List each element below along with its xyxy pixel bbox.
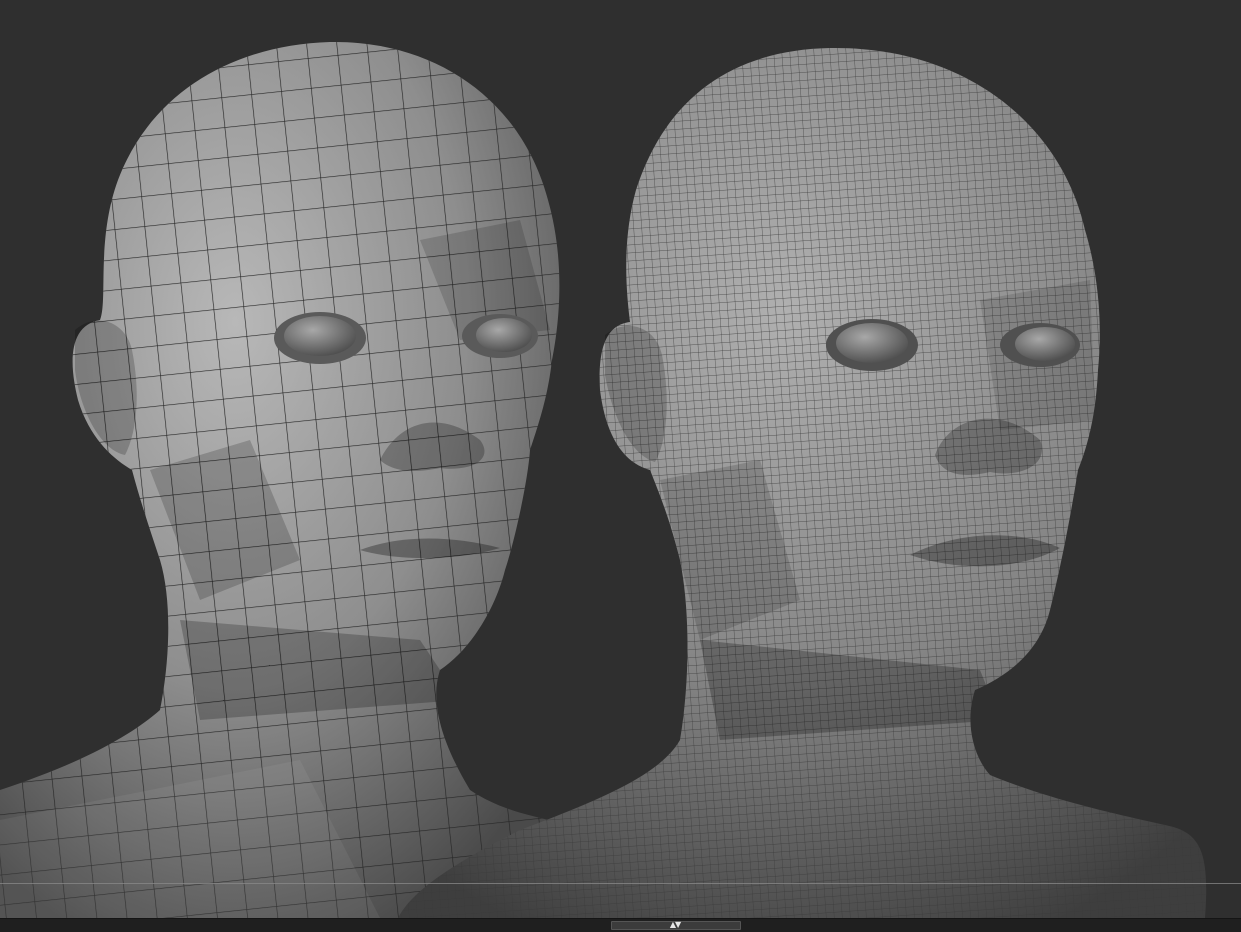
ground-line	[0, 883, 1241, 884]
right-model-eyeball-2	[1015, 327, 1075, 361]
right-model-eyeball-1	[836, 323, 908, 363]
bottom-tray: ▲▼	[0, 918, 1241, 932]
viewport-canvas[interactable]	[0, 0, 1241, 918]
left-model-eyeball-2	[476, 318, 532, 352]
3d-viewport[interactable]	[0, 0, 1241, 918]
collapse-arrows-icon[interactable]: ▲▼	[662, 919, 688, 931]
left-model-eyeball-1	[284, 316, 356, 356]
